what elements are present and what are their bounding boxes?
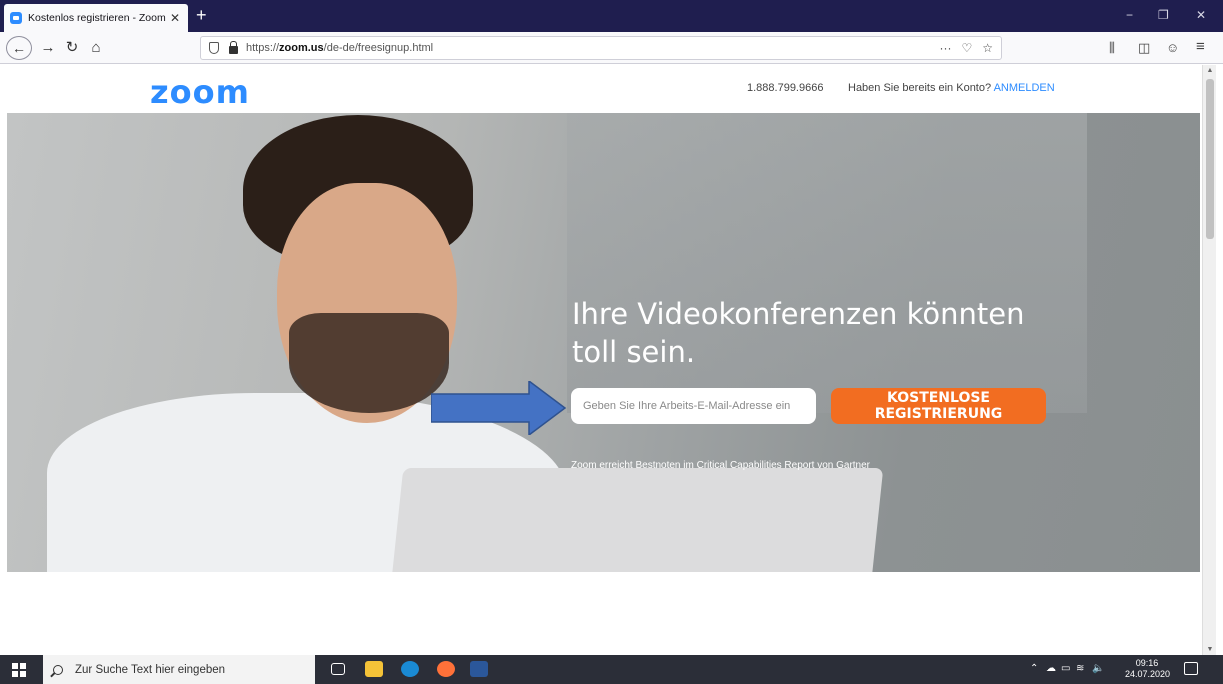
firefox-icon[interactable] [437,661,455,677]
hero-photo-beard [289,313,449,413]
hero-headline: Ihre Videokonferenzen könnten toll sein. [572,297,1025,369]
taskbar-search-box[interactable]: Zur Suche Text hier eingeben [43,655,315,684]
web-page: zoom 1.888.799.9666 Haben Sie bereits ei… [7,65,1200,655]
zoom-logo[interactable]: zoom [150,73,250,111]
home-button[interactable]: ⌂ [88,36,104,60]
bookmark-star-icon[interactable]: ☆ [982,41,993,55]
account-icon[interactable]: ☺ [1166,40,1179,55]
url-prefix: https:// [246,42,280,54]
free-signup-button[interactable]: KOSTENLOSE REGISTRIERUNG [831,388,1046,424]
tray-chevron-icon[interactable]: ⌃ [1030,663,1038,674]
site-header: zoom 1.888.799.9666 Haben Sie bereits ei… [7,65,1200,113]
windows-start-icon[interactable] [12,663,26,677]
clock-time: 09:16 [1135,658,1159,668]
navigation-toolbar: ← → ↻ ⌂ https://zoom.us/de-de/freesignup… [0,32,1223,64]
battery-icon[interactable]: ▭ [1061,663,1070,674]
page-scrollbar[interactable]: ▲ ▼ [1202,65,1216,655]
back-button[interactable]: ← [6,36,32,60]
onedrive-icon[interactable]: ☁ [1046,663,1056,674]
account-prompt: Haben Sie bereits ein Konto? ANMELDEN [848,82,1055,94]
page-actions-icon[interactable]: ··· [939,41,951,55]
new-tab-button[interactable]: + [196,6,207,24]
search-icon [53,664,63,675]
annotation-arrow-icon [431,381,567,435]
volume-icon[interactable]: 🔈 [1092,663,1104,674]
windows-taskbar: Zur Suche Text hier eingeben ⌃ ☁ ▭ ≋ 🔈 0… [0,655,1223,684]
url-path: /de-de/freesignup.html [323,42,434,54]
lock-icon[interactable] [229,40,238,54]
work-email-input[interactable] [571,388,816,424]
pocket-icon[interactable]: ♡ [961,41,972,55]
scrollbar-thumb[interactable] [1206,79,1214,239]
tab-active[interactable]: Kostenlos registrieren - Zoom ✕ [4,4,188,32]
have-account-text: Haben Sie bereits ein Konto? [848,82,992,94]
action-center-icon[interactable] [1184,662,1198,675]
gartner-link[interactable]: Zoom erreicht Bestnoten im Critical Capa… [571,460,870,471]
menu-icon[interactable]: ≡ [1196,38,1205,55]
library-icon[interactable]: ⫼ [1109,40,1115,56]
store-icon[interactable] [401,661,419,677]
tab-strip: Kostenlos registrieren - Zoom ✕ + − ❐ ✕ [0,0,1223,32]
word-icon[interactable] [470,661,488,677]
tab-title: Kostenlos registrieren - Zoom [28,12,166,24]
clock-date: 24.07.2020 [1125,669,1171,679]
url-host: zoom.us [279,42,324,54]
taskbar-search-placeholder: Zur Suche Text hier eingeben [75,663,226,676]
task-view-icon[interactable] [331,663,345,675]
sidebar-icon[interactable]: ◫ [1138,40,1150,56]
login-link[interactable]: ANMELDEN [994,82,1055,94]
forward-button[interactable]: → [40,36,56,60]
tracking-protection-shield-icon[interactable] [209,42,219,54]
close-window-button[interactable]: ✕ [1196,8,1206,22]
scroll-up-arrow-icon[interactable]: ▲ [1203,67,1217,74]
taskbar-clock[interactable]: 09:16 24.07.2020 [1125,658,1171,680]
tab-close-icon[interactable]: ✕ [168,11,182,25]
restore-button[interactable]: ❐ [1158,8,1169,22]
hero-photo-laptop [390,468,884,572]
file-explorer-icon[interactable] [365,661,383,677]
zoom-favicon-icon [10,12,22,24]
reload-button[interactable]: ↻ [64,36,80,60]
hero-banner: Ihre Videokonferenzen könnten toll sein.… [7,113,1200,572]
scroll-down-arrow-icon[interactable]: ▼ [1203,646,1217,653]
wifi-icon[interactable]: ≋ [1076,663,1084,674]
phone-number[interactable]: 1.888.799.9666 [747,82,823,94]
minimize-button[interactable]: − [1126,8,1133,22]
address-bar[interactable]: https://zoom.us/de-de/freesignup.html ··… [200,36,1002,60]
